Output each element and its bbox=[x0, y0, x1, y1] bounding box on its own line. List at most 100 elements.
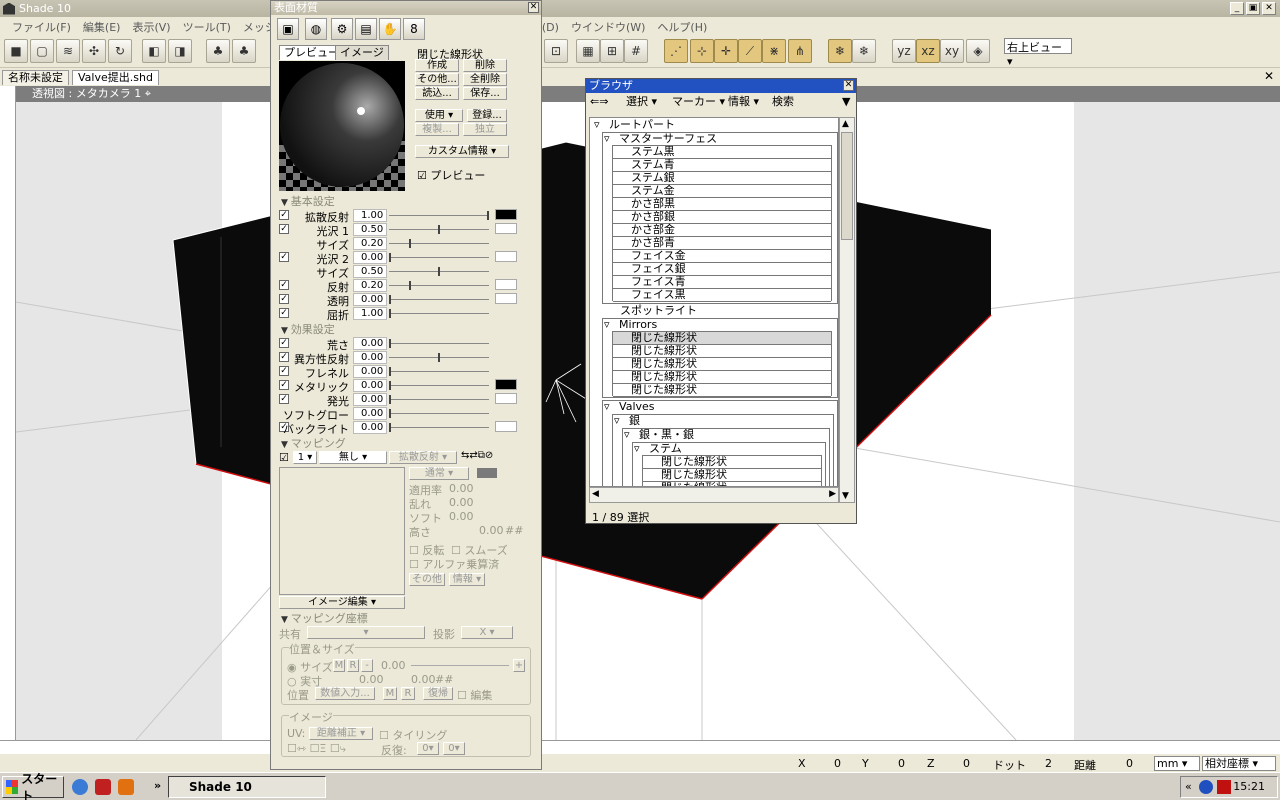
tree2-tool-icon[interactable]: ♣ bbox=[232, 39, 256, 63]
param-value[interactable]: 0.00 bbox=[353, 337, 387, 350]
custom-info-dropdown[interactable]: カスタム情報 ▾ bbox=[415, 145, 509, 158]
param-slider-thumb[interactable] bbox=[389, 253, 391, 262]
minimize-button[interactable]: _ bbox=[1230, 2, 1244, 15]
share-select[interactable]: ▾ bbox=[307, 626, 425, 639]
param-color-swatch[interactable] bbox=[495, 251, 517, 262]
param-value[interactable]: 0.00 bbox=[353, 379, 387, 392]
param-slider[interactable] bbox=[389, 215, 489, 216]
param-value[interactable]: 1.00 bbox=[353, 307, 387, 320]
param-slider[interactable] bbox=[389, 413, 489, 414]
numeric-input-button[interactable]: 数値入力... bbox=[315, 687, 375, 700]
browser-close-button[interactable]: ✕ bbox=[843, 80, 854, 91]
param-checkbox[interactable]: ✓ bbox=[279, 224, 289, 234]
tree-root[interactable]: ▿ ルートパート bbox=[594, 118, 675, 131]
tab-untitled[interactable]: 名称未設定 bbox=[2, 70, 69, 85]
param-slider-thumb[interactable] bbox=[389, 395, 391, 404]
param-value[interactable]: 0.50 bbox=[353, 265, 387, 278]
param-color-swatch[interactable] bbox=[495, 279, 517, 290]
scroll-up-icon[interactable]: ▲ bbox=[842, 119, 849, 129]
tab-image[interactable]: イメージ bbox=[335, 45, 389, 60]
mapping-info-dropdown[interactable]: 情報 ▾ bbox=[449, 573, 485, 586]
mapping-enable-checkbox[interactable]: ☑ bbox=[279, 451, 289, 464]
grid2-tool-icon[interactable]: ⊞ bbox=[600, 39, 624, 63]
param-color-swatch[interactable] bbox=[495, 209, 517, 220]
size-plus-button[interactable]: + bbox=[513, 659, 525, 672]
param-value[interactable]: 0.50 bbox=[353, 223, 387, 236]
taskbar-shade-app[interactable]: Shade 10 bbox=[168, 776, 326, 798]
mapping-channel-select[interactable]: 拡散反射 ▾ bbox=[389, 451, 457, 464]
tree-stem[interactable]: ▿ ステム bbox=[634, 442, 682, 455]
material-close-button[interactable]: ✕ bbox=[528, 2, 539, 13]
mapping-image-area[interactable] bbox=[279, 467, 405, 595]
shape-tool-icon[interactable]: ◧ bbox=[142, 39, 166, 63]
scroll-right-icon[interactable]: ▶ bbox=[829, 489, 836, 499]
param-checkbox[interactable]: ✓ bbox=[279, 338, 289, 348]
param-value[interactable]: 0.20 bbox=[353, 237, 387, 250]
view-persp-icon[interactable]: ◈ bbox=[966, 39, 990, 63]
tab-valve-doc[interactable]: Valve提出.shd bbox=[72, 70, 159, 85]
param-color-swatch[interactable] bbox=[495, 379, 517, 390]
param-color-swatch[interactable] bbox=[495, 223, 517, 234]
menu-help[interactable]: ヘルプ(H) bbox=[651, 19, 713, 35]
param-slider-thumb[interactable] bbox=[409, 239, 411, 248]
repeat-a-select[interactable]: 0▾ bbox=[417, 742, 439, 755]
snap-tool-icon[interactable]: ⋰ bbox=[664, 39, 688, 63]
camera-tool-icon[interactable]: ⊡ bbox=[544, 39, 568, 63]
start-button[interactable]: スタート bbox=[2, 772, 64, 800]
projection-select[interactable]: X ▾ bbox=[461, 626, 513, 639]
param-value[interactable]: 0.20 bbox=[353, 279, 387, 292]
param-slider[interactable] bbox=[389, 343, 489, 344]
param-slider-thumb[interactable] bbox=[389, 381, 391, 390]
tree-spotlight[interactable]: スポットライト bbox=[620, 304, 697, 317]
tree-valves[interactable]: ▿ Valves bbox=[604, 400, 655, 413]
param-value[interactable]: 0.00 bbox=[353, 393, 387, 406]
param-slider-thumb[interactable] bbox=[438, 353, 440, 362]
param-slider-thumb[interactable] bbox=[389, 339, 391, 348]
edit-checkbox[interactable]: ☐ 編集 bbox=[457, 687, 492, 703]
tree-master-surface[interactable]: ▿ マスターサーフェス bbox=[604, 132, 717, 145]
param-slider[interactable] bbox=[389, 371, 489, 372]
image-edit-dropdown[interactable]: イメージ編集 ▾ bbox=[279, 596, 405, 609]
param-slider-thumb[interactable] bbox=[389, 367, 391, 376]
snap2-tool-icon[interactable]: ⊹ bbox=[690, 39, 714, 63]
browser-menu-info[interactable]: 情報 ▾ bbox=[728, 95, 759, 109]
section-mapping[interactable]: マッピング bbox=[281, 435, 346, 451]
menu-window[interactable]: ウインドウ(W) bbox=[565, 19, 651, 35]
pos-m-button[interactable]: M bbox=[383, 687, 397, 700]
unit-select[interactable]: mm ▾ bbox=[1154, 756, 1200, 771]
tree-silver-black-silver[interactable]: ▿ 銀・黒・銀 bbox=[624, 428, 694, 441]
scroll-left-icon[interactable]: ◀ bbox=[592, 489, 599, 499]
param-checkbox[interactable]: ✓ bbox=[279, 294, 289, 304]
rotate-tool-icon[interactable]: ↻ bbox=[108, 39, 132, 63]
section-basic[interactable]: 基本設定 bbox=[281, 193, 335, 209]
param-slider-thumb[interactable] bbox=[389, 295, 391, 304]
tiling-checkbox[interactable]: ☐ タイリング bbox=[379, 727, 447, 743]
tree-silver[interactable]: ▿ 銀 bbox=[614, 414, 640, 427]
mapping-tools-icon[interactable]: ⇆⇄⧉⊘ bbox=[461, 450, 493, 461]
mapping-index-select[interactable]: 1 ▾ bbox=[293, 451, 317, 464]
browser-menu-select[interactable]: 選択 ▾ bbox=[626, 95, 657, 109]
material-cube-icon[interactable]: ▣ bbox=[277, 18, 299, 40]
param-color-swatch[interactable] bbox=[495, 393, 517, 404]
move-tool-icon[interactable]: ✣ bbox=[82, 39, 106, 63]
real-size-b[interactable]: 0.00 bbox=[411, 673, 436, 686]
layers-tool-icon[interactable]: ≋ bbox=[56, 39, 80, 63]
close-doc-icon[interactable]: ✕ bbox=[1264, 69, 1274, 83]
mapping-other-button[interactable]: その他 bbox=[409, 573, 445, 586]
tree-item[interactable]: 閉じた線形状 bbox=[613, 384, 831, 397]
soft-value[interactable]: 0.00 bbox=[449, 510, 474, 523]
param-slider-thumb[interactable] bbox=[409, 281, 411, 290]
param-value[interactable]: 0.00 bbox=[353, 293, 387, 306]
param-color-swatch[interactable] bbox=[495, 421, 517, 432]
param-checkbox[interactable]: ✓ bbox=[279, 210, 289, 220]
create-button[interactable]: 作成 bbox=[415, 59, 459, 72]
scroll-thumb[interactable] bbox=[841, 132, 853, 240]
param-checkbox[interactable]: ✓ bbox=[279, 366, 289, 376]
restore-button[interactable]: ▣ bbox=[1246, 2, 1260, 15]
param-value[interactable]: 0.00 bbox=[353, 365, 387, 378]
snowflake-tool-icon[interactable]: ❄ bbox=[828, 39, 852, 63]
param-checkbox[interactable]: ✓ bbox=[279, 252, 289, 262]
view-xz-icon[interactable]: xz bbox=[916, 39, 940, 63]
size-m-button[interactable]: M bbox=[333, 659, 345, 672]
quicklaunch-app-icon[interactable] bbox=[95, 779, 111, 795]
